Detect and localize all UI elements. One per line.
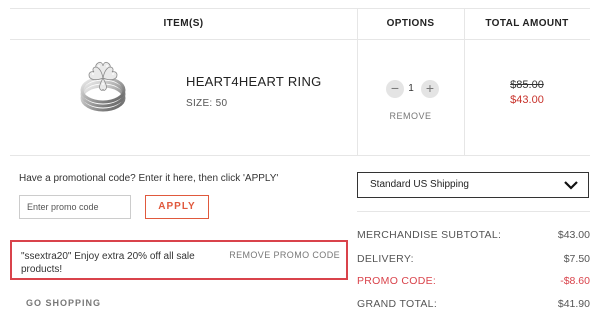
applied-promo-box: "ssextra20" Enjoy extra 20% off all sale… [10, 240, 348, 280]
table-bottom-border [10, 155, 590, 156]
delivery-label: DELIVERY: [357, 253, 414, 265]
subtotal-value: $43.00 [557, 229, 590, 241]
delivery-value: $7.50 [563, 253, 590, 265]
go-shopping-link[interactable]: GO SHOPPING [26, 298, 101, 308]
chevron-down-icon [564, 181, 578, 190]
sale-price: $43.00 [510, 94, 544, 106]
original-price: $85.00 [510, 79, 544, 91]
ring-icon [80, 61, 126, 112]
product-name[interactable]: HEART4HEART RING [186, 74, 322, 89]
quantity-increase-button[interactable]: + [421, 80, 439, 98]
product-image[interactable] [72, 54, 134, 116]
quantity-value: 1 [408, 83, 414, 94]
summary-divider [357, 211, 590, 212]
grand-total-label: GRAND TOTAL: [357, 298, 438, 310]
header-total: TOTAL AMOUNT [485, 18, 569, 29]
promo-prompt: Have a promotional code? Enter it here, … [19, 173, 279, 184]
shipping-method-select[interactable]: Standard US Shipping [357, 172, 589, 198]
promo-code-input[interactable] [19, 195, 131, 219]
table-header-border [10, 39, 590, 40]
column-divider [357, 8, 358, 155]
subtotal-label: MERCHANDISE SUBTOTAL: [357, 229, 502, 241]
remove-promo-code-link[interactable]: REMOVE PROMO CODE [229, 250, 340, 260]
shipping-selected-value: Standard US Shipping [370, 179, 469, 190]
apply-button[interactable]: APPLY [145, 195, 209, 219]
header-items: ITEM(S) [163, 18, 204, 29]
promo-discount-value: -$8.60 [560, 275, 590, 287]
header-options: OPTIONS [386, 18, 435, 29]
remove-item-link[interactable]: REMOVE [357, 111, 464, 121]
quantity-decrease-button[interactable]: − [386, 80, 404, 98]
table-top-border [10, 8, 590, 9]
applied-promo-message: "ssextra20" Enjoy extra 20% off all sale… [21, 251, 195, 275]
promo-discount-label: PROMO CODE: [357, 275, 437, 287]
product-size: SIZE: 50 [186, 98, 228, 109]
grand-total-value: $41.90 [557, 298, 590, 310]
